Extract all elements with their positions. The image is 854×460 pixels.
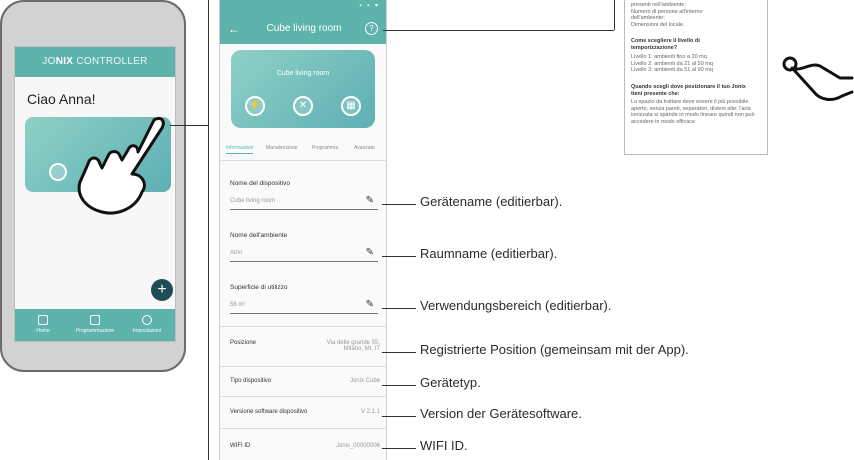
status-icons: ▪ ▪ ▾ — [359, 3, 380, 9]
help-heading-2: Quando scegli dove posizionare il tuo Jo… — [631, 84, 746, 97]
device-detail-screen: ▪ ▪ ▾ ← Cube living room ? Cube living r… — [219, 0, 387, 460]
callout-line — [382, 385, 416, 386]
edit-room-name-icon[interactable]: ✎ — [366, 247, 374, 258]
help-heading-1: Come scegliere il livello di temporizzaz… — [631, 38, 700, 51]
tap-hand-icon — [77, 116, 165, 215]
help-level: Livello 1: ambienti fino a 20 mq — [631, 54, 707, 60]
callout-line — [382, 448, 416, 449]
help-panel: presenti nell'ambiente; Numero di person… — [624, 0, 768, 155]
nav-programmazione-label: Programmazione — [75, 328, 115, 334]
nav-impostazioni-label: Impostazioni — [132, 328, 162, 334]
device-type-row: Tipo dispositivo Jonix Cube — [230, 378, 380, 398]
tools-icon[interactable]: ✕ — [293, 96, 313, 116]
callout-device-type: Gerätetyp. — [420, 375, 481, 390]
field-underline — [230, 261, 378, 262]
card-title: Cube living room — [276, 70, 330, 77]
callout-device-name: Gerätename (editierbar). — [420, 194, 563, 209]
help-body: Lo spazio da trattare deve essere il più… — [631, 99, 755, 125]
callout-line — [382, 352, 416, 353]
divider — [220, 326, 386, 327]
callout-line — [382, 416, 416, 417]
bottom-nav: Home Programmazione Impostazioni — [15, 309, 175, 341]
device-card: Cube living room ⚡ ✕ ▦ — [231, 50, 375, 128]
usage-area-value[interactable]: 58 m² — [230, 302, 245, 308]
room-name-label: Nome dell'ambiente — [230, 232, 288, 239]
wifi-id-key: WIFI ID — [230, 443, 251, 449]
calendar-icon[interactable]: ▦ — [341, 96, 361, 116]
divider — [220, 428, 386, 429]
usage-area-label: Superficie di utilizzo — [230, 284, 288, 291]
help-level: Livello 3: ambienti da 51 al 90 mq — [631, 67, 713, 74]
device-type-key: Tipo dispositivo — [230, 378, 272, 384]
bracket-line — [208, 0, 209, 460]
nav-home[interactable]: Home — [18, 315, 68, 334]
gear-icon — [142, 315, 152, 325]
tab-avanzate[interactable]: Avanzate — [354, 145, 375, 151]
help-line: presenti nell'ambiente; — [631, 2, 686, 8]
room-name-value[interactable]: Atrio — [230, 250, 242, 256]
divider — [220, 160, 386, 161]
status-bar: ▪ ▪ ▾ — [220, 0, 386, 14]
usage-area-field[interactable]: Superficie di utilizzo 58 m² ✎ — [230, 284, 378, 314]
callout-line — [382, 256, 416, 257]
help-level: Livello 2: ambienti da 21 al 50 mq — [631, 60, 713, 67]
help-intro-text: presenti nell'ambiente; Numero di person… — [631, 2, 767, 28]
callout-software-version: Version der Gerätesoftware. — [420, 406, 582, 421]
field-underline — [230, 209, 378, 210]
position-key: Posizione — [230, 340, 257, 346]
callout-usage-area: Verwendungsbereich (editierbar). — [420, 298, 612, 313]
nav-impostazioni[interactable]: Impostazioni — [122, 315, 172, 334]
app-header: JONIX CONTROLLER — [15, 47, 175, 77]
callout-line — [382, 204, 416, 205]
device-name-value[interactable]: Cube living room — [230, 198, 275, 204]
nav-home-label: Home — [36, 328, 50, 334]
connector-line — [170, 125, 208, 126]
greeting: Ciao Anna! — [27, 91, 96, 107]
power-icon[interactable]: ⚡ — [245, 96, 265, 116]
position-row: Posizione Via delle grande 55, Milano, M… — [230, 340, 380, 360]
calendar-icon — [90, 315, 100, 325]
nav-programmazione[interactable]: Programmazione — [70, 315, 120, 334]
help-line: Numero di persone all'interno — [631, 8, 703, 15]
wifi-id-row: WIFI ID Jonix_00000006 — [230, 443, 380, 460]
divider — [220, 396, 386, 397]
help-line: dell'ambiente; — [631, 15, 665, 22]
help-levels: Livello 1: ambienti fino a 20 mq Livello… — [631, 54, 741, 74]
tab-programma[interactable]: Programma — [312, 145, 338, 151]
device-name-label: Nome del dispositivo — [230, 180, 290, 187]
software-version-value: V 2.1.1 — [360, 409, 380, 415]
tab-manutenzione[interactable]: Manutenzione — [266, 145, 297, 151]
help-line: Dimensioni del locale. — [631, 21, 685, 28]
callout-room-name: Raumname (editierbar). — [420, 246, 558, 261]
back-arrow-icon[interactable]: ← — [228, 14, 240, 44]
divider — [220, 366, 386, 367]
software-version-key: Versione software dispositivo — [230, 409, 308, 415]
room-name-field[interactable]: Nome dell'ambiente Atrio ✎ — [230, 232, 378, 262]
position-value: Via delle grande 55, Milano, MI, IT — [326, 340, 380, 352]
software-version-row: Versione software dispositivo V 2.1.1 — [230, 409, 380, 429]
device-type-value: Jonix Cube — [349, 378, 380, 384]
tab-informazioni[interactable]: Informazioni — [226, 145, 254, 154]
callout-line — [382, 308, 416, 309]
detail-title: Cube living room — [266, 23, 342, 34]
home-icon — [38, 315, 48, 325]
help-icon[interactable]: ? — [365, 22, 378, 35]
wifi-id-value: Jonix_00000006 — [335, 443, 380, 449]
swipe-hand-icon — [782, 56, 854, 101]
connector-line — [383, 30, 614, 31]
edit-device-name-icon[interactable]: ✎ — [366, 195, 374, 206]
field-underline — [230, 313, 378, 314]
detail-tabs: Informazioni Manutenzione Programma Avan… — [220, 143, 386, 155]
callout-wifi-id: WIFI ID. — [420, 438, 468, 453]
connector-line — [614, 0, 615, 30]
add-device-button[interactable]: + — [151, 279, 173, 301]
edit-usage-area-icon[interactable]: ✎ — [366, 299, 374, 310]
device-name-field[interactable]: Nome del dispositivo Cube living room ✎ — [230, 180, 378, 210]
callout-position: Registrierte Position (gemeinsam mit der… — [420, 342, 689, 357]
detail-header: ← Cube living room ? — [220, 14, 386, 44]
